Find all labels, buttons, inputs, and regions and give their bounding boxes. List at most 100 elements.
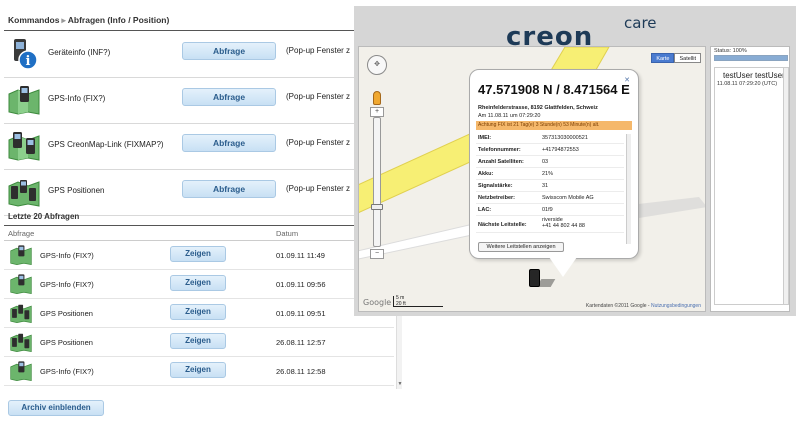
divider <box>4 225 402 226</box>
info-value: 03 <box>542 159 549 165</box>
zoom-out-icon[interactable]: − <box>370 249 384 259</box>
map[interactable]: Karte Satellit ✥ + − ✕ 47.571908 N / 8.47… <box>358 46 706 312</box>
row-date: 26.08.11 12:58 <box>276 367 326 376</box>
column-header-abfrage: Abfrage <box>8 229 35 238</box>
user-name[interactable]: testUser testUser <box>723 71 785 80</box>
device-info-table: IMEI: 357313030000521 Telefonnummer: +4179… <box>476 132 624 233</box>
info-key: Akku: <box>478 171 494 177</box>
gps-positions-icon <box>8 176 40 208</box>
infowindow-scrollbar[interactable] <box>626 134 631 244</box>
command-row-creonmap: GPS CreonMap-Link (FIXMAP?) Abfrage (Pop… <box>4 124 366 170</box>
abfrage-button-gps-positions[interactable]: Abfrage <box>182 180 276 198</box>
table-row: GPS-Info (FIX?) Zeigen 26.08.11 12:58 <box>4 357 394 386</box>
command-row-gps-positions: GPS Positionen Abfrage (Pop-up Fenster z <box>4 170 366 216</box>
address: Rheinfelderstrasse, 8192 Glattfelden, Sc… <box>478 105 598 111</box>
map-window: creon care Karte Satellit ✥ + − ✕ 47.5719… <box>354 6 796 316</box>
info-row: IMEI: 357313030000521 <box>476 132 624 144</box>
row-date: 01.09.11 09:51 <box>276 309 326 318</box>
svg-text:i: i <box>26 54 31 69</box>
row-label: GPS Positionen <box>40 338 93 347</box>
attribution-text: Kartendaten ©2011 Google - <box>585 303 650 309</box>
info-value: riverside +41 44 802 44 88 <box>542 217 585 229</box>
map-tab-satellit[interactable]: Satellit <box>674 53 701 63</box>
info-device-icon: i <box>8 38 40 70</box>
info-row: LAC: 01f9 <box>476 204 624 216</box>
info-value: +41794872553 <box>542 147 579 153</box>
info-value: 31 <box>542 183 549 189</box>
row-label: GPS-Info (FIX?) <box>40 367 94 376</box>
zeigen-button[interactable]: Zeigen <box>170 362 226 378</box>
zeigen-button[interactable]: Zeigen <box>170 333 226 349</box>
gps-positions-icon <box>10 302 32 324</box>
info-key: Nächste Leitstelle: <box>478 222 527 228</box>
map-attribution: Kartendaten ©2011 Google - Nutzungsbedin… <box>586 303 701 309</box>
column-header-datum: Datum <box>276 229 299 238</box>
archiv-button[interactable]: Archiv einblenden <box>8 400 104 416</box>
zoom-slider[interactable] <box>371 117 383 247</box>
more-control-centers-button[interactable]: Weitere Leitstellen anzeigen <box>478 242 564 252</box>
info-key: LAC: <box>478 207 492 213</box>
map-type-control: Karte Satellit <box>651 53 701 63</box>
divider <box>4 30 364 31</box>
zeigen-button[interactable]: Zeigen <box>170 304 226 320</box>
info-row: Netzbetreiber: Swisscom Mobile AG <box>476 192 624 204</box>
abfrage-button-gps-info[interactable]: Abfrage <box>182 88 276 106</box>
command-label: GPS Positionen <box>48 186 105 195</box>
info-row: Telefonnummer: +41794872553 <box>476 144 624 156</box>
command-label: GPS-Info (FIX?) <box>48 94 106 103</box>
status-label: Status: 100% <box>714 48 747 54</box>
location-infowindow: ✕ 47.571908 N / 8.471564 E Rheinfelderst… <box>469 69 639 259</box>
row-date: 26.08.11 12:57 <box>276 338 326 347</box>
info-value: Swisscom Mobile AG <box>542 195 594 201</box>
status-progress-bar <box>714 55 788 61</box>
info-value: 21% <box>542 171 554 177</box>
streetview-pegman-icon[interactable] <box>373 91 381 105</box>
info-key: Anzahl Satelliten: <box>478 159 524 165</box>
info-key: IMEI: <box>478 135 492 141</box>
zeigen-button[interactable]: Zeigen <box>170 275 226 291</box>
row-label: GPS-Info (FIX?) <box>40 251 94 260</box>
gps-map-icon <box>10 244 32 266</box>
zoom-slider-handle[interactable] <box>371 204 383 210</box>
info-value: 01f9 <box>542 207 553 213</box>
scroll-down-icon[interactable]: ▼ <box>397 381 403 389</box>
zeigen-button[interactable]: Zeigen <box>170 246 226 262</box>
row-label: GPS Positionen <box>40 309 93 318</box>
command-label: GPS CreonMap-Link (FIXMAP?) <box>48 140 164 149</box>
google-logo: Google <box>363 298 392 307</box>
creonmap-link-icon <box>8 130 40 162</box>
abfrage-button-creonmap[interactable]: Abfrage <box>182 134 276 152</box>
breadcrumb-separator-icon: ▸ <box>61 15 66 25</box>
gps-map-icon <box>10 273 32 295</box>
command-row-info: i Geräteinfo (INF?) Abfrage (Pop-up Fens… <box>4 32 366 78</box>
info-row: Signalstärke: 31 <box>476 180 624 192</box>
row-label: GPS-Info (FIX?) <box>40 280 94 289</box>
zoom-in-icon[interactable]: + <box>370 107 384 117</box>
terms-link[interactable]: Nutzungsbedingungen <box>651 303 701 309</box>
pan-control-icon[interactable]: ✥ <box>367 55 387 75</box>
breadcrumb-root[interactable]: Kommandos <box>8 15 59 25</box>
table-row: GPS-Info (FIX?) Zeigen 01.09.11 11:49 <box>4 241 394 270</box>
device-marker-icon[interactable] <box>529 269 540 287</box>
fix-age-warning: Achtung FIX ist 21 Tag(e) 3 Stunde(n) 53… <box>476 121 632 130</box>
fix-time: Am 11.08.11 um 07:29:20 <box>478 113 541 119</box>
command-label: Geräteinfo (INF?) <box>48 48 111 57</box>
user-timestamp: 11.08.11 07:29:20 (UTC) <box>717 81 778 87</box>
status-panel: Status: 100% testUser testUser 11.08.11 … <box>710 46 790 312</box>
info-row: Nächste Leitstelle: riverside +41 44 802 … <box>476 216 624 233</box>
row-date: 01.09.11 09:56 <box>276 280 326 289</box>
table-row: GPS-Info (FIX?) Zeigen 01.09.11 09:56 <box>4 270 394 299</box>
history-title: Letzte 20 Abfragen <box>8 212 80 221</box>
gps-positions-icon <box>10 331 32 353</box>
breadcrumb-current: Abfragen (Info / Position) <box>67 15 170 25</box>
user-list[interactable]: testUser testUser 11.08.11 07:29:20 (UTC… <box>714 67 785 305</box>
coordinates-title: 47.571908 N / 8.471564 E <box>478 82 630 97</box>
table-row: GPS Positionen Zeigen 26.08.11 12:57 <box>4 328 394 357</box>
progress-fill <box>715 56 787 60</box>
abfrage-button-info[interactable]: Abfrage <box>182 42 276 60</box>
user-list-scrollbar[interactable] <box>783 67 789 305</box>
info-value: 357313030000521 <box>542 135 588 141</box>
map-tab-karte[interactable]: Karte <box>651 53 675 63</box>
breadcrumb: Kommandos ▸ Abfragen (Info / Position) <box>8 15 169 26</box>
scale-imperial: 20 ft <box>396 300 406 307</box>
